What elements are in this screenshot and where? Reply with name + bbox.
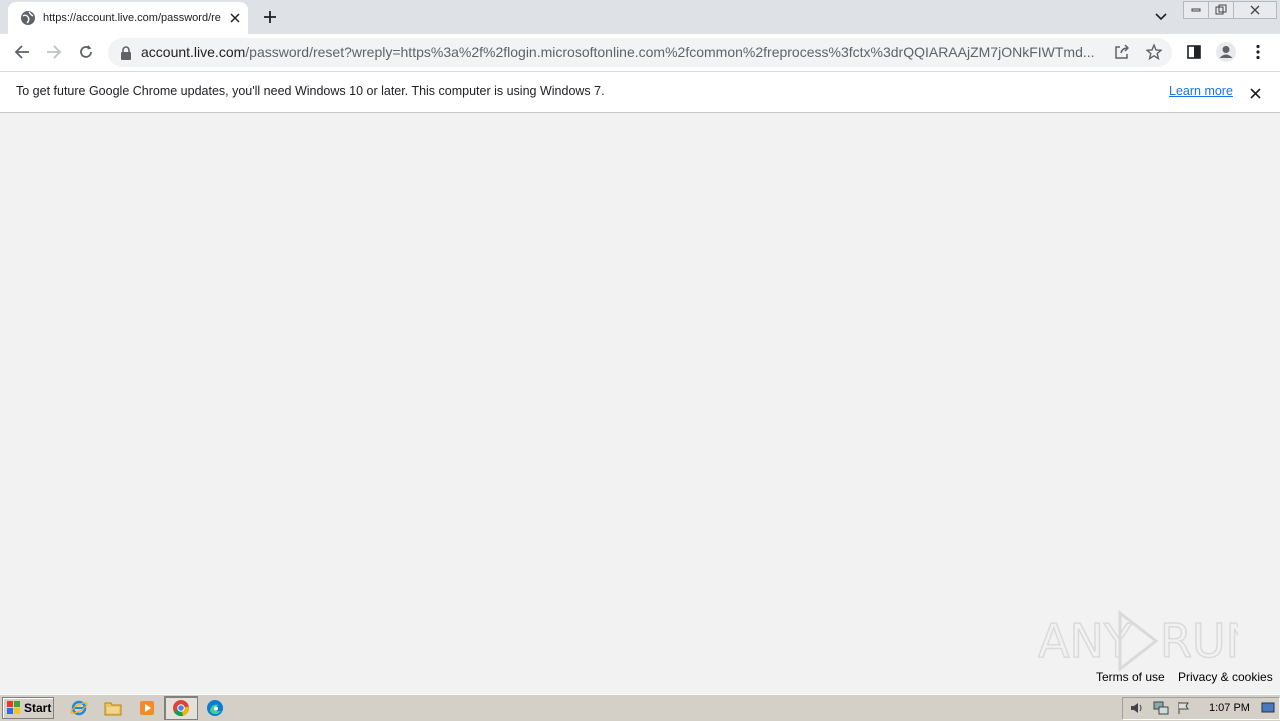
new-tab-button[interactable]: [259, 6, 281, 28]
start-button[interactable]: Start: [2, 697, 54, 719]
chrome-taskbar-button[interactable]: [164, 696, 198, 720]
start-label: Start: [24, 701, 52, 715]
terms-of-use-link[interactable]: Terms of use: [1096, 670, 1165, 684]
infobar-message: To get future Google Chrome updates, you…: [16, 84, 605, 98]
edge-icon[interactable]: [205, 698, 225, 718]
reload-button[interactable]: [73, 39, 99, 65]
windows-logo-icon: [7, 701, 20, 714]
speaker-icon[interactable]: [1130, 701, 1144, 715]
folder-icon[interactable]: [103, 698, 123, 718]
close-icon[interactable]: [1246, 84, 1264, 102]
profile-avatar-icon[interactable]: [1213, 39, 1239, 65]
share-icon[interactable]: [1109, 39, 1135, 65]
tab-strip: https://account.live.com/password/reset: [0, 0, 1280, 34]
internet-explorer-icon[interactable]: [69, 698, 89, 718]
lock-icon[interactable]: [120, 46, 132, 60]
tab-title: https://account.live.com/password/reset: [43, 12, 221, 24]
window-close-button[interactable]: [1233, 1, 1277, 19]
address-bar[interactable]: account.live.com/password/reset?wreply=h…: [108, 38, 1172, 67]
url-text[interactable]: account.live.com/password/reset?wreply=h…: [141, 44, 1101, 61]
browser-toolbar: account.live.com/password/reset?wreply=h…: [0, 34, 1280, 72]
windows-taskbar: Start 1:07 PM: [0, 694, 1280, 721]
media-player-icon[interactable]: [137, 698, 157, 718]
update-infobar: To get future Google Chrome updates, you…: [0, 72, 1280, 113]
chevron-down-icon[interactable]: [1150, 6, 1172, 28]
clock[interactable]: 1:07 PM: [1209, 702, 1250, 714]
side-panel-icon[interactable]: [1181, 39, 1207, 65]
network-icon[interactable]: [1153, 701, 1169, 715]
minimize-button[interactable]: [1183, 1, 1209, 19]
forward-button[interactable]: [41, 39, 67, 65]
back-button[interactable]: [9, 39, 35, 65]
close-tab-icon[interactable]: [226, 9, 244, 27]
system-tray: 1:07 PM: [1122, 697, 1280, 720]
privacy-cookies-link[interactable]: Privacy & cookies: [1178, 670, 1273, 684]
learn-more-link[interactable]: Learn more: [1169, 84, 1233, 98]
bookmark-star-icon[interactable]: [1141, 39, 1167, 65]
globe-icon: [21, 11, 35, 25]
watermark-text-run: RUN: [1160, 614, 1238, 668]
url-path: /password/reset?wreply=https%3a%2f%2flog…: [245, 44, 1095, 60]
action-center-flag-icon[interactable]: [1177, 701, 1191, 715]
active-tab[interactable]: https://account.live.com/password/reset: [8, 2, 248, 34]
anyrun-logo: ANY RUN: [1038, 609, 1238, 673]
show-desktop-icon[interactable]: [1261, 702, 1275, 714]
url-host: account.live.com: [141, 44, 246, 60]
menu-kebab-icon[interactable]: [1245, 39, 1271, 65]
restore-button[interactable]: [1208, 1, 1234, 19]
chrome-icon: [173, 700, 190, 717]
